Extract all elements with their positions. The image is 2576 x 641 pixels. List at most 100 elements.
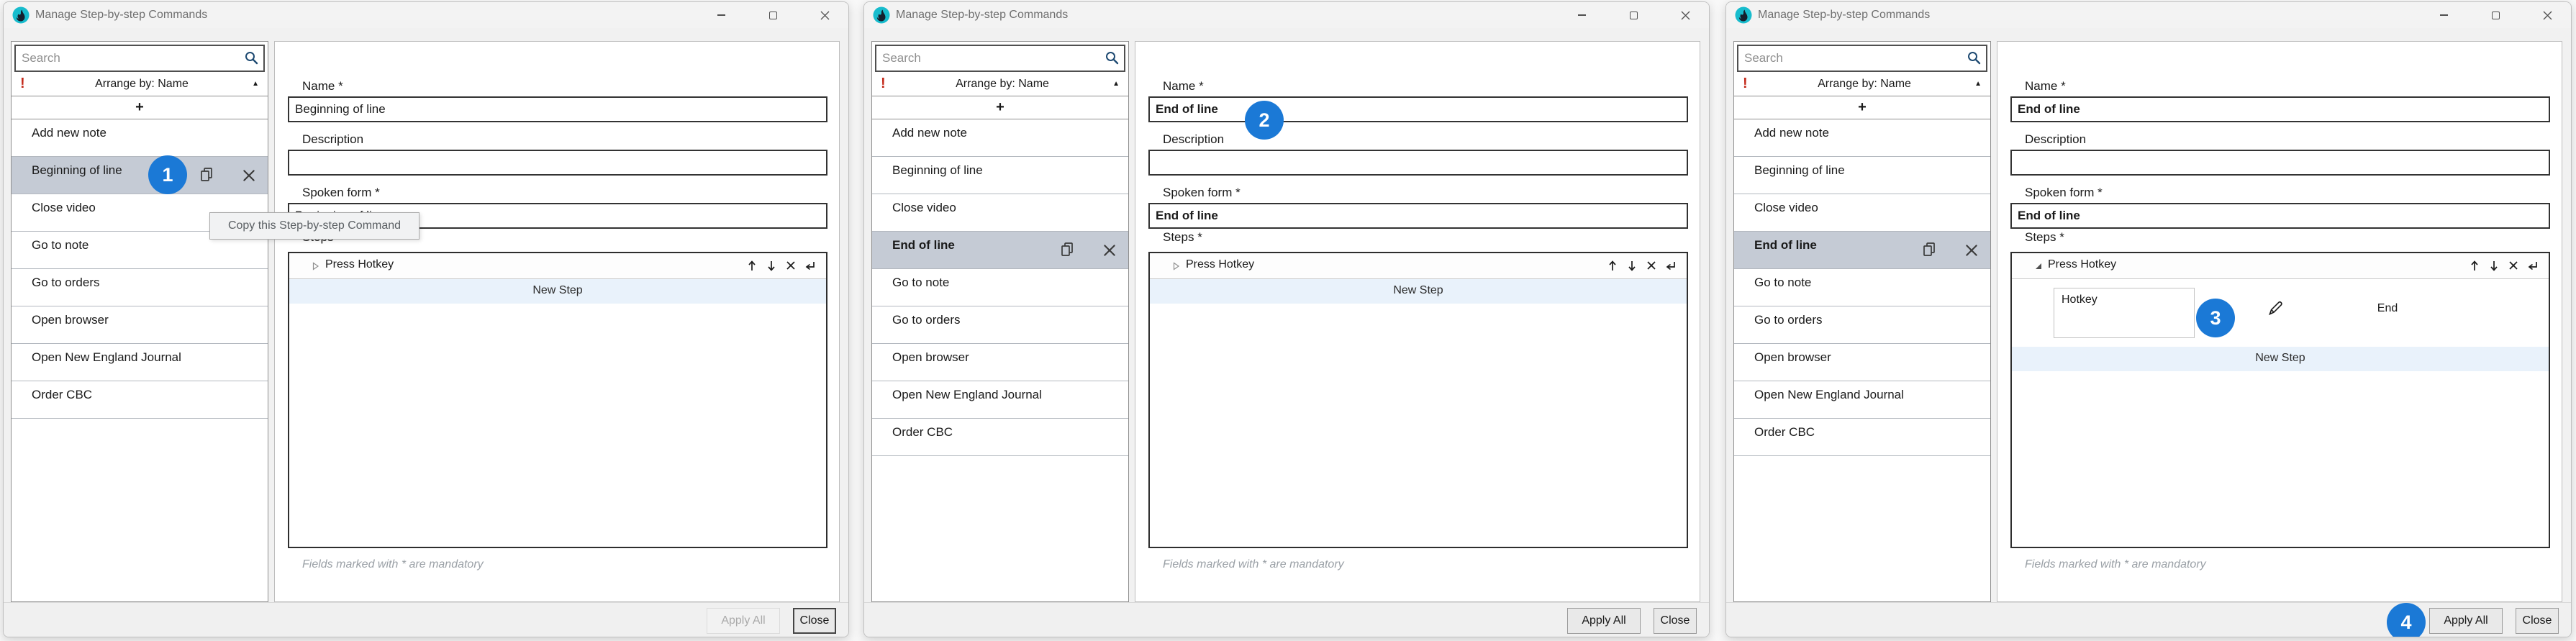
description-field[interactable]: [1148, 150, 1688, 176]
add-command-button[interactable]: +: [1734, 96, 1990, 119]
arrange-by-header[interactable]: ! Arrange by: Name ▲: [12, 72, 268, 96]
maximize-button[interactable]: [2479, 4, 2512, 26]
minimize-button[interactable]: [2427, 4, 2460, 26]
step-row-press-hotkey[interactable]: Press Hotkey: [1150, 253, 1687, 279]
command-list-item[interactable]: Order CBC: [872, 419, 1128, 456]
delete-step-icon[interactable]: [1646, 259, 1657, 272]
search-input[interactable]: [876, 46, 1124, 71]
copy-command-icon[interactable]: [199, 166, 216, 185]
delete-command-icon[interactable]: [1102, 243, 1120, 262]
edit-hotkey-icon[interactable]: [2265, 298, 2285, 318]
arrange-by-header[interactable]: ! Arrange by: Name ▲: [1734, 72, 1990, 96]
command-list-item[interactable]: Go to orders: [1734, 306, 1990, 344]
command-list-item[interactable]: Beginning of line: [872, 157, 1128, 194]
move-step-up-icon[interactable]: [2469, 259, 2480, 272]
minimize-button[interactable]: [1565, 4, 1598, 26]
expander-expanded-icon[interactable]: [2035, 262, 2042, 271]
command-list-item[interactable]: Go to note: [872, 269, 1128, 306]
name-field[interactable]: [288, 96, 827, 122]
add-command-button[interactable]: +: [12, 96, 268, 119]
command-list-item[interactable]: Add new note: [872, 119, 1128, 157]
command-list-item[interactable]: Open browser: [12, 306, 268, 344]
delete-command-icon[interactable]: [242, 168, 259, 187]
expander-collapsed-icon[interactable]: [312, 262, 319, 271]
hotkey-field-group: Hotkey: [2054, 288, 2195, 338]
close-window-button[interactable]: [2531, 4, 2564, 26]
undo-step-icon[interactable]: [804, 259, 816, 272]
copy-command-icon[interactable]: [1921, 241, 1938, 260]
close-window-button[interactable]: [1669, 4, 1702, 26]
command-list-item[interactable]: Beginning of line: [1734, 157, 1990, 194]
command-list-item[interactable]: Add new note: [1734, 119, 1990, 157]
search-box: [14, 45, 265, 72]
step-row-press-hotkey[interactable]: Press Hotkey: [2012, 253, 2549, 279]
close-button[interactable]: Close: [1654, 608, 1697, 634]
move-step-up-icon[interactable]: [746, 259, 758, 272]
delete-command-icon[interactable]: [1964, 243, 1982, 262]
new-step-button[interactable]: New Step: [2012, 347, 2549, 371]
move-step-down-icon[interactable]: [1626, 259, 1638, 272]
command-name: Order CBC: [892, 425, 953, 439]
step-title: Press Hotkey: [1186, 258, 1254, 271]
minimize-button[interactable]: [704, 4, 738, 26]
arrange-by-header[interactable]: ! Arrange by: Name ▲: [872, 72, 1128, 96]
command-form: Name * Description Spoken form * Steps *…: [274, 41, 840, 602]
command-list-item[interactable]: Open New England Journal: [12, 344, 268, 381]
move-step-up-icon[interactable]: [1607, 259, 1618, 272]
name-field[interactable]: [2010, 96, 2550, 122]
apply-all-button[interactable]: Apply All: [2429, 608, 2503, 634]
step-title: Press Hotkey: [2048, 258, 2116, 271]
maximize-button[interactable]: [1617, 4, 1650, 26]
command-list: Add new noteBeginning of lineClose video…: [872, 119, 1128, 601]
command-list-item[interactable]: Open New England Journal: [1734, 381, 1990, 419]
close-button[interactable]: Close: [793, 608, 836, 634]
close-window-button[interactable]: [808, 4, 841, 26]
command-list-item[interactable]: Go to orders: [872, 306, 1128, 344]
command-list-item[interactable]: Go to note: [1734, 269, 1990, 306]
delete-step-icon[interactable]: [785, 259, 797, 272]
move-step-down-icon[interactable]: [2488, 259, 2500, 272]
step-row-press-hotkey[interactable]: Press Hotkey: [289, 253, 826, 279]
maximize-icon: [1630, 12, 1638, 19]
maximize-button[interactable]: [756, 4, 789, 26]
search-box: [875, 45, 1125, 72]
command-list-item[interactable]: End of line: [1734, 232, 1990, 269]
new-step-button[interactable]: New Step: [1150, 279, 1687, 304]
expander-collapsed-icon[interactable]: [1173, 262, 1180, 271]
command-list-item[interactable]: Go to orders: [12, 269, 268, 306]
close-button[interactable]: Close: [2516, 608, 2559, 634]
command-list-item[interactable]: Close video: [872, 194, 1128, 232]
search-input[interactable]: [1738, 46, 1986, 71]
add-command-button[interactable]: +: [872, 96, 1128, 119]
copy-command-tooltip: Copy this Step-by-step Command: [209, 212, 419, 240]
command-list-item[interactable]: Order CBC: [12, 381, 268, 419]
description-field[interactable]: [2010, 150, 2550, 176]
steps-label: Steps *: [2025, 230, 2064, 245]
close-icon: [1681, 11, 1690, 20]
move-step-down-icon[interactable]: [766, 259, 777, 272]
command-list-item[interactable]: Open New England Journal: [872, 381, 1128, 419]
command-list-item[interactable]: End of line: [872, 232, 1128, 269]
command-list-item[interactable]: Beginning of line: [12, 157, 268, 194]
delete-step-icon[interactable]: [2508, 259, 2519, 272]
command-list-item[interactable]: Open browser: [1734, 344, 1990, 381]
search-input[interactable]: [16, 46, 263, 71]
undo-step-icon[interactable]: [1665, 259, 1677, 272]
steps-label: Steps *: [1163, 230, 1202, 245]
spoken-form-field[interactable]: [1148, 203, 1688, 229]
command-name: Order CBC: [1754, 425, 1815, 439]
apply-all-button[interactable]: Apply All: [1567, 608, 1641, 634]
command-list-item[interactable]: Open browser: [872, 344, 1128, 381]
description-field[interactable]: [288, 150, 827, 176]
spoken-form-field[interactable]: [2010, 203, 2550, 229]
copy-command-icon[interactable]: [1059, 241, 1076, 260]
alert-icon: !: [20, 76, 35, 92]
new-step-button[interactable]: New Step: [289, 279, 826, 304]
undo-step-icon[interactable]: [2527, 259, 2539, 272]
command-list-item[interactable]: Add new note: [12, 119, 268, 157]
name-field[interactable]: [1148, 96, 1688, 122]
command-name: Go to note: [892, 276, 949, 289]
command-list-item[interactable]: Close video: [1734, 194, 1990, 232]
command-list: Add new noteBeginning of lineClose video…: [1734, 119, 1990, 601]
command-list-item[interactable]: Order CBC: [1734, 419, 1990, 456]
